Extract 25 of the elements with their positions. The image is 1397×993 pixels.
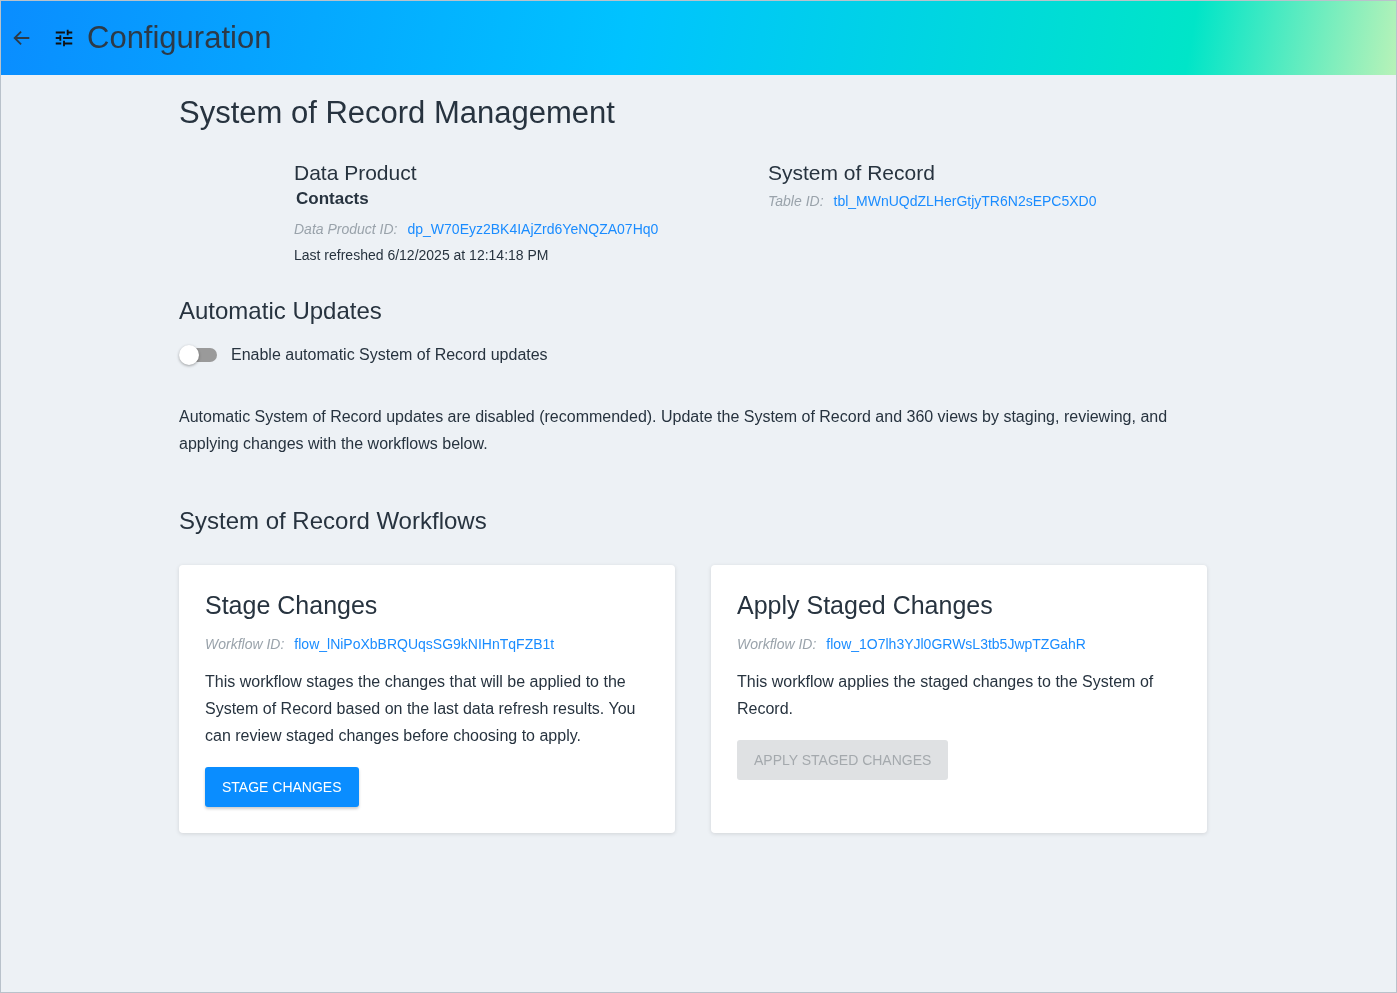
toggle-switch[interactable] — [179, 345, 217, 365]
system-of-record-heading: System of Record — [768, 161, 936, 185]
card-description: This workflow stages the changes that will be applied to the System of Record based on the last data refresh results. You can review staged changes before choosing to apply. — [205, 672, 637, 746]
sliders-icon — [53, 27, 75, 49]
card-title: Apply Staged Changes — [737, 591, 994, 620]
workflow-button[interactable]: STAGE CHANGES — [205, 767, 359, 807]
workflow-button: APPLY STAGED CHANGES — [737, 740, 949, 780]
last-refreshed-text: Last refreshed 6/12/2025 at 12:14:18 PM — [294, 247, 550, 263]
table-id-link[interactable]: tbl_MWnUQdZLHerGtjyTR6N2sEPC5XD0 — [833, 193, 1097, 209]
workflow-id-label: Workflow ID: — [737, 636, 817, 652]
app-title: Configuration — [87, 20, 272, 56]
workflow-id-link[interactable]: flow_lNiPoXbBRQUqsSG9kNIHnTqFZB1t — [294, 636, 555, 652]
page-title: System of Record Management — [179, 95, 616, 131]
data-product-id-label: Data Product ID: — [294, 221, 398, 237]
toggle-label: Enable automatic System of Record updates — [231, 346, 548, 364]
data-product-heading: Data Product — [294, 161, 418, 185]
info-paragraph: Automatic System of Record updates are disabled (recommended). Update the System of Record and 360 views by staging, reviewing, and applying changes with the workflows below. — [179, 407, 1169, 454]
data-product-id-link[interactable]: dp_W70Eyz2BK4IAjZrd6YeNQZA07Hq0 — [407, 221, 659, 237]
section-heading: System of Record Workflows — [179, 507, 488, 535]
table-id-label: Table ID: — [768, 193, 824, 209]
card-description: This workflow applies the staged changes to the System of Record. — [737, 672, 1155, 719]
card-title: Stage Changes — [205, 591, 379, 620]
data-product-name: Contacts — [296, 189, 370, 209]
section-heading: Automatic Updates — [179, 297, 383, 325]
workflow-id-label: Workflow ID: — [205, 636, 285, 652]
